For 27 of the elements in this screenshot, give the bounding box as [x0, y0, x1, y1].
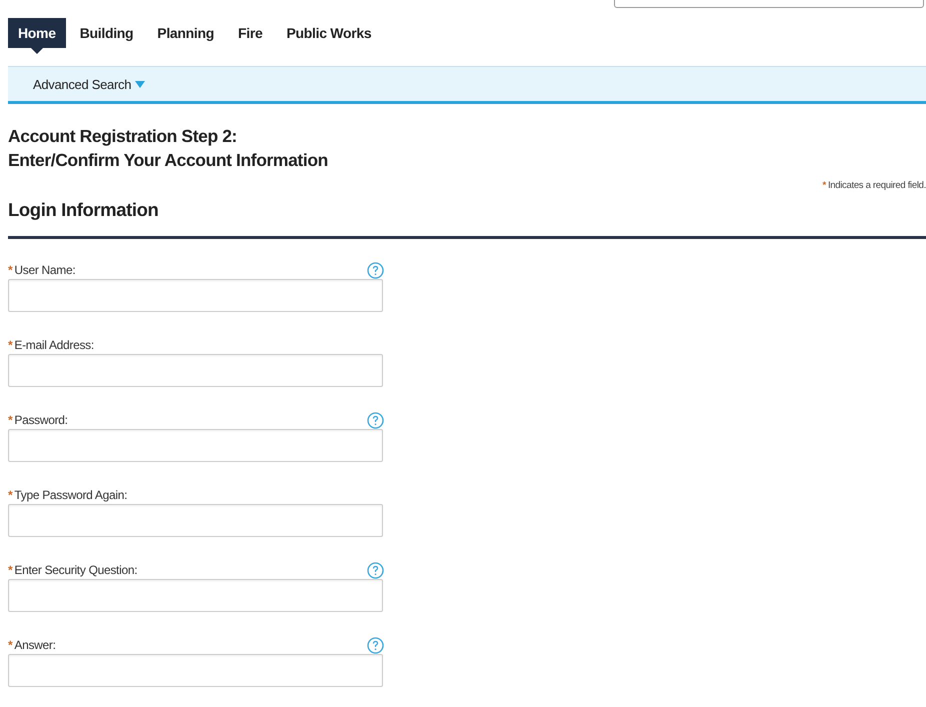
page-title: Account Registration Step 2:	[8, 125, 238, 148]
input-field[interactable]	[8, 279, 383, 312]
input-field[interactable]	[8, 429, 383, 462]
page-title: Enter/Confirm Your Account Information	[8, 149, 329, 172]
required-note: * Indicates a required field.	[822, 180, 926, 191]
field-label: * User Name:	[8, 263, 76, 277]
advanced-search-link[interactable]: Advanced Search	[33, 76, 146, 92]
help-icon[interactable]	[367, 412, 384, 428]
input-field[interactable]	[8, 654, 383, 687]
input-field[interactable]	[8, 504, 383, 537]
field-label: * Answer:	[8, 638, 56, 652]
nav-tab[interactable]: Public Works	[276, 18, 382, 48]
nav-tab[interactable]: Building	[70, 18, 144, 48]
caret-icon	[135, 80, 146, 88]
nav-tab[interactable]: Planning	[147, 18, 224, 48]
field-label: * E-mail Address:	[8, 338, 94, 352]
field-label: * Type Password Again:	[8, 488, 128, 502]
section-title: Login Information	[8, 199, 160, 221]
pointer-icon	[30, 48, 43, 54]
input-field[interactable]	[8, 354, 383, 387]
help-icon[interactable]	[367, 562, 384, 578]
nav-tab[interactable]: Fire	[228, 18, 272, 48]
field-label: * Enter Security Question:	[8, 563, 138, 577]
field-label: * Password:	[8, 413, 68, 427]
help-icon[interactable]	[367, 262, 384, 278]
help-icon[interactable]	[367, 636, 384, 654]
input-field[interactable]	[8, 579, 383, 612]
